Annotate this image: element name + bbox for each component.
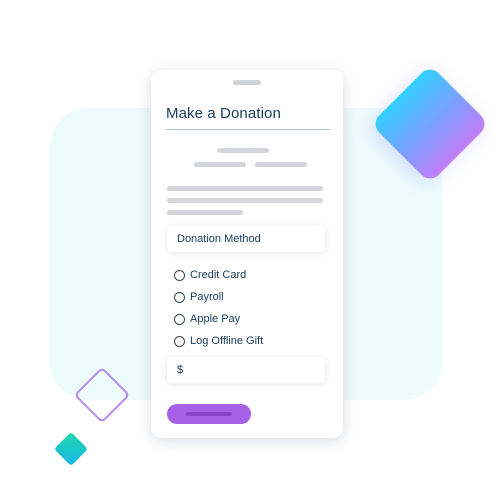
radio-button[interactable] [174, 313, 185, 325]
radio-button[interactable] [174, 335, 185, 347]
placeholder-line [255, 162, 307, 167]
donation-method-label: Donation Method [177, 233, 261, 245]
donate-button[interactable] [167, 404, 251, 424]
title-divider [166, 129, 330, 130]
amount-input[interactable]: $ [167, 357, 325, 383]
radio-button[interactable] [174, 269, 185, 281]
payment-option-label: Credit Card [190, 269, 247, 281]
payment-option[interactable]: Apple Pay [174, 308, 263, 330]
payment-option-label: Log Offline Gift [190, 335, 264, 347]
phone-speaker [233, 80, 261, 85]
payment-options: Credit Card Payroll Apple Pay Log Offlin… [174, 264, 263, 352]
placeholder-line [194, 162, 246, 167]
placeholder-line [167, 198, 323, 203]
payment-option-label: Payroll [190, 291, 224, 303]
placeholder-line [167, 186, 323, 191]
currency-symbol: $ [177, 364, 184, 376]
page-title: Make a Donation [166, 105, 281, 122]
button-label-placeholder [186, 412, 232, 416]
donation-method-field[interactable]: Donation Method [167, 226, 325, 252]
payment-option[interactable]: Credit Card [174, 264, 263, 286]
radio-button[interactable] [174, 291, 185, 303]
payment-option[interactable]: Payroll [174, 286, 263, 308]
placeholder-line [217, 148, 269, 153]
placeholder-line [167, 210, 243, 215]
payment-option[interactable]: Log Offline Gift [174, 330, 263, 352]
phone-mockup: Make a Donation Donation Method Credit C… [151, 70, 343, 438]
payment-option-label: Apple Pay [190, 313, 241, 325]
decorative-small-diamond [54, 432, 88, 466]
